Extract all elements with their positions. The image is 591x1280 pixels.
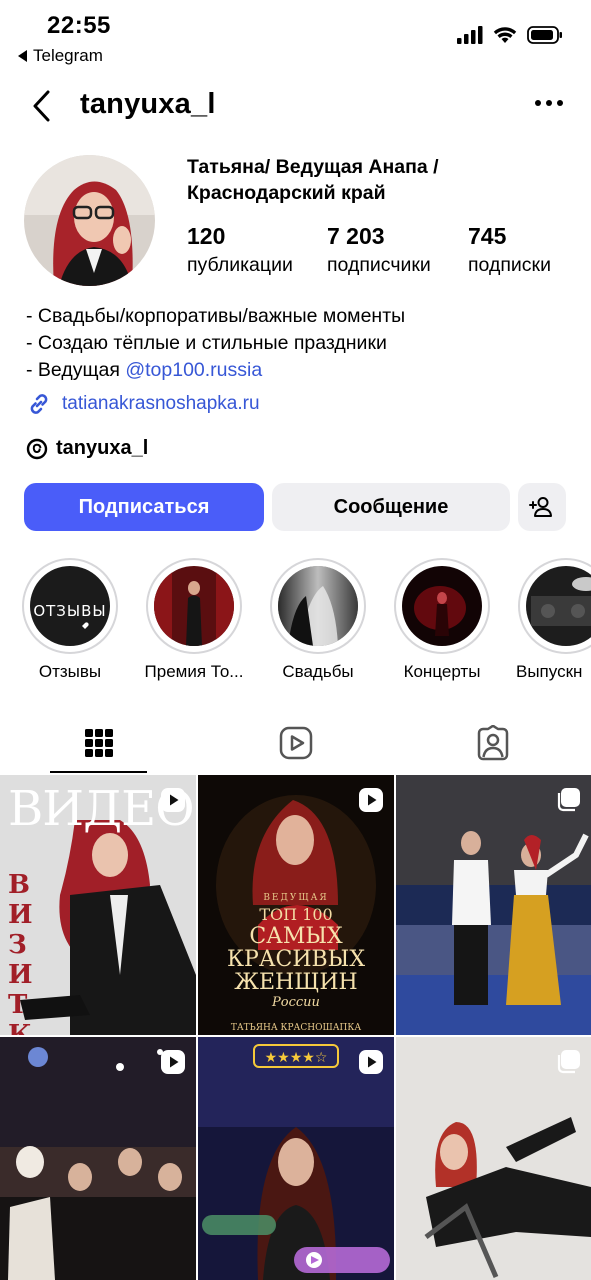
tab-tagged[interactable] xyxy=(394,712,591,774)
bio-line: - Свадьбы/корпоративы/важные моменты xyxy=(26,305,406,327)
reel-badge-icon xyxy=(359,788,383,812)
highlight-award[interactable]: Премия То... xyxy=(144,558,244,681)
bio-mention-prefix: - Ведущая xyxy=(26,359,126,381)
highlight-cover xyxy=(154,566,234,646)
carousel-badge-icon xyxy=(557,1050,580,1074)
highlight-weddings[interactable]: Свадьбы xyxy=(268,558,368,681)
stat-followers-count: 7 203 xyxy=(327,223,385,249)
highlight-graduation[interactable]: Выпускн xyxy=(516,558,591,681)
post-side-text: ВИЗИТКА xyxy=(8,870,33,1035)
more-options-button[interactable] xyxy=(535,100,563,106)
back-app-label: Telegram xyxy=(33,46,103,65)
add-user-icon xyxy=(529,497,552,517)
post-tile[interactable]: ВИДЕО ВИЗИТКА xyxy=(0,775,196,1035)
more-horizontal-icon xyxy=(535,100,541,106)
battery-icon xyxy=(527,26,562,44)
tab-grid[interactable] xyxy=(0,712,197,774)
highlight-label: Выпускн xyxy=(516,662,583,681)
profile-website-link[interactable]: tatianakrasnoshapka.ru xyxy=(26,391,260,417)
reel-badge-icon xyxy=(161,1050,185,1074)
threads-badge[interactable]: tanyuxa_l xyxy=(26,437,148,460)
header-username: tanyuxa_l xyxy=(80,88,216,120)
follow-button[interactable]: Подписаться xyxy=(24,483,264,531)
signal-icon xyxy=(457,26,483,44)
post-tile[interactable]: ★★★★☆ xyxy=(198,1037,394,1280)
profile-bio: - Свадьбы/корпоративы/важные моменты - С… xyxy=(26,303,405,384)
link-icon xyxy=(30,394,48,414)
highlight-label: Отзывы xyxy=(38,662,102,681)
stat-followers-label: подписчики xyxy=(327,254,431,276)
stat-posts-label: публикации xyxy=(187,254,293,276)
chevron-left-icon xyxy=(33,90,50,122)
threads-handle: tanyuxa_l xyxy=(56,437,149,459)
back-to-app-link[interactable]: Telegram xyxy=(18,46,103,66)
profile-header: tanyuxa_l xyxy=(0,80,591,132)
wifi-icon xyxy=(493,27,517,43)
stat-posts-count: 120 xyxy=(187,223,226,249)
grid-icon xyxy=(84,729,113,757)
highlight-cover: ОТЗЫВЫ xyxy=(30,566,110,646)
bio-line: - Ведущая @top100.russia xyxy=(26,357,405,384)
stat-following-count: 745 xyxy=(468,223,507,249)
avatar[interactable] xyxy=(24,155,155,286)
highlight-cover-text: ОТЗЫВЫ xyxy=(33,602,106,620)
highlight-cover xyxy=(402,566,482,646)
highlight-concerts[interactable]: Концерты xyxy=(392,558,492,681)
highlight-label: Концерты xyxy=(403,662,481,681)
post-tile[interactable] xyxy=(396,775,591,1035)
stat-posts[interactable]: 120 публикации xyxy=(187,222,293,278)
message-button[interactable]: Сообщение xyxy=(272,483,510,531)
post-big-text: САМЫХ КРАСИВЫХ ЖЕНЩИН xyxy=(227,924,365,995)
avatar-photo xyxy=(24,155,155,286)
threads-icon xyxy=(26,438,48,459)
profile-tabs xyxy=(0,712,591,774)
post-tile[interactable] xyxy=(396,1037,591,1280)
add-user-button[interactable] xyxy=(518,483,566,531)
bio-mention-link[interactable]: @top100.russia xyxy=(125,359,262,381)
active-tab-indicator xyxy=(50,771,147,773)
bio-line: - Создаю тёплые и стильные праздники xyxy=(26,332,387,354)
highlight-cover xyxy=(278,566,358,646)
reels-icon xyxy=(279,726,312,760)
highlight-reviews[interactable]: ОТЗЫВЫ Отзывы xyxy=(20,558,120,681)
post-small-text: ВЕДУЩАЯ xyxy=(263,893,329,903)
reel-badge-icon xyxy=(161,788,185,812)
system-icons xyxy=(457,26,563,44)
svg-text:★★★★☆: ★★★★☆ xyxy=(265,1050,328,1066)
stat-following-label: подписки xyxy=(468,254,551,276)
status-time: 22:55 xyxy=(47,12,111,39)
website-url: tatianakrasnoshapka.ru xyxy=(62,393,260,414)
post-top-text: ТОП 100 xyxy=(259,905,333,924)
stat-following[interactable]: 745 подписки xyxy=(468,222,551,278)
carousel-badge-icon xyxy=(557,788,580,812)
post-tile[interactable]: ВЕДУЩАЯ ТОП 100 САМЫХ КРАСИВЫХ ЖЕНЩИН Ро… xyxy=(198,775,394,1035)
status-bar: 22:55 Telegram xyxy=(0,0,591,72)
tab-reels[interactable] xyxy=(197,712,394,774)
post-bottom-text: ТАТЬЯНА КРАСНОШАПКА xyxy=(230,1023,362,1033)
highlight-label: Свадьбы xyxy=(282,662,354,681)
reel-badge-icon xyxy=(359,1050,383,1074)
stat-followers[interactable]: 7 203 подписчики xyxy=(327,222,431,278)
tagged-icon xyxy=(477,725,508,761)
back-triangle-icon xyxy=(18,50,27,62)
profile-full-name: Татьяна/ Ведущая Анапа / Краснодарский к… xyxy=(187,156,439,204)
highlight-cover xyxy=(526,566,591,646)
post-tile[interactable] xyxy=(0,1037,196,1280)
highlight-label: Премия То... xyxy=(144,662,244,681)
post-script-text: России xyxy=(272,995,320,1010)
back-button[interactable] xyxy=(28,86,58,126)
